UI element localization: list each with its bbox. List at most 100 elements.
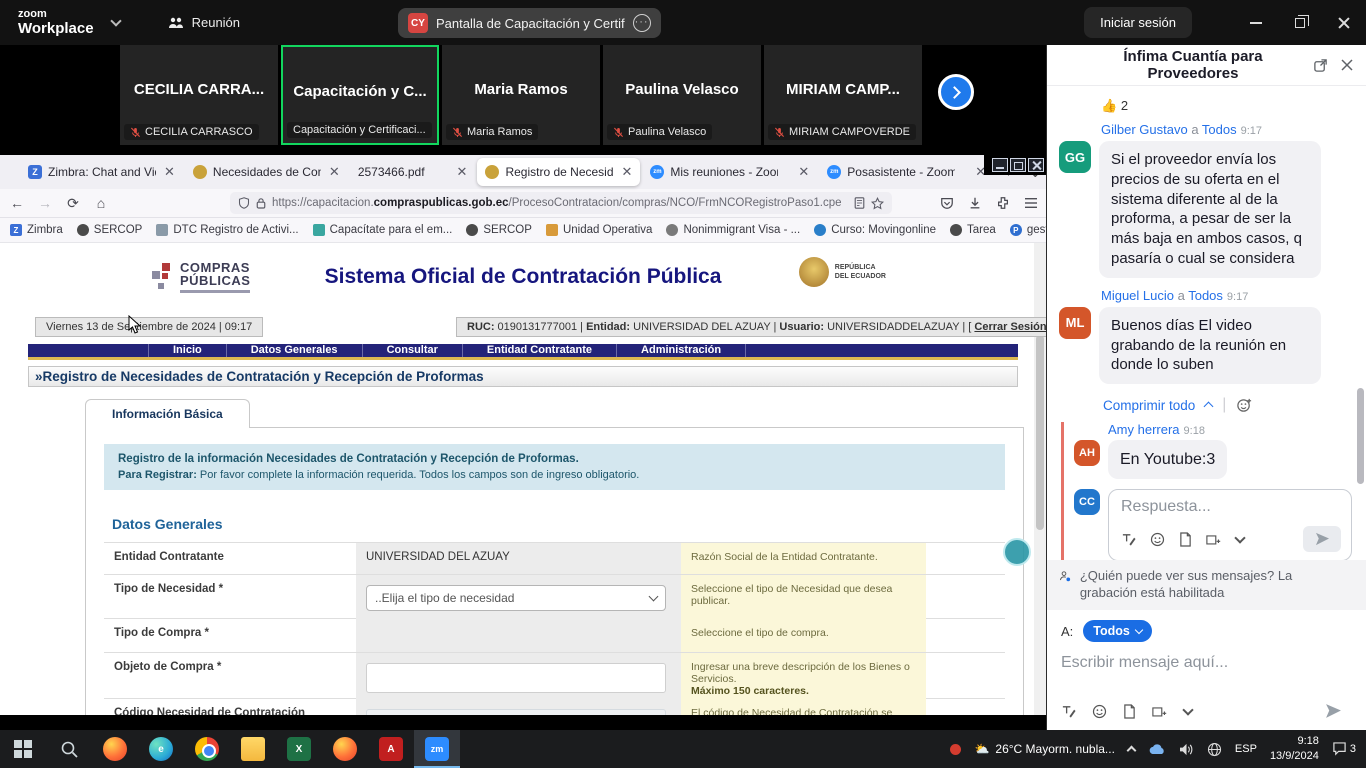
- reply-input[interactable]: [1121, 498, 1341, 516]
- screenshot-icon[interactable]: [1152, 704, 1168, 719]
- participant-tile[interactable]: CECILIA CARRA... CECILIA CARRASCO: [120, 45, 278, 145]
- chevron-down-icon[interactable]: [1182, 704, 1193, 715]
- minimize-button[interactable]: [1234, 0, 1278, 45]
- sender-name[interactable]: Amy herrera: [1108, 422, 1180, 437]
- nav-consultar[interactable]: Consultar: [363, 344, 463, 357]
- more-options-icon[interactable]: ···: [633, 14, 651, 32]
- taskbar-clock[interactable]: 9:18 13/9/2024: [1270, 734, 1319, 764]
- sender-name[interactable]: Miguel Lucio: [1101, 288, 1174, 303]
- popout-icon[interactable]: [1313, 58, 1328, 73]
- tipo-necesidad-select[interactable]: ..Elija el tipo de necesidad: [366, 585, 666, 611]
- attach-file-icon[interactable]: [1179, 532, 1192, 547]
- tab-close-icon[interactable]: ✕: [164, 164, 175, 180]
- bookmark-nonimmigrant-visa[interactable]: Nonimmigrant Visa - ...: [666, 224, 800, 236]
- network-icon[interactable]: [1207, 742, 1222, 757]
- extensions-icon[interactable]: [996, 196, 1010, 210]
- reload-icon[interactable]: ⟳: [64, 195, 82, 212]
- back-icon[interactable]: ←: [8, 195, 26, 211]
- collapse-all-link[interactable]: Comprimir todo: [1103, 398, 1195, 413]
- taskbar-edge[interactable]: e: [138, 730, 184, 768]
- page-scrollbar-thumb[interactable]: [1036, 335, 1044, 530]
- browser-tab-posasistente[interactable]: zm Posasistente - Zoom ✕: [819, 158, 994, 186]
- taskbar-zoom-active[interactable]: zm: [414, 730, 460, 768]
- antivirus-tray-icon[interactable]: [950, 744, 961, 755]
- participant-tile[interactable]: Maria Ramos Maria Ramos: [442, 45, 600, 145]
- overlay-restore-icon[interactable]: [1010, 158, 1026, 172]
- bookmark-star-icon[interactable]: [871, 197, 884, 210]
- taskbar-excel[interactable]: X: [276, 730, 322, 768]
- onedrive-cloud-icon[interactable]: [1148, 743, 1166, 755]
- bookmark-capacitate[interactable]: Capacítate para el em...: [313, 224, 453, 236]
- home-icon[interactable]: ⌂: [92, 195, 110, 211]
- action-center-button[interactable]: 3: [1332, 742, 1356, 756]
- url-bar[interactable]: https://capacitacion.compraspublicas.gob…: [230, 192, 892, 214]
- send-reply-button[interactable]: [1303, 526, 1341, 552]
- speaker-icon[interactable]: [1179, 743, 1194, 756]
- overlay-close-icon[interactable]: [1028, 158, 1044, 172]
- nav-datos-generales[interactable]: Datos Generales: [227, 344, 363, 357]
- bookmark-zimbra[interactable]: ZZimbra: [10, 224, 63, 236]
- bookmark-dtc[interactable]: DTC Registro de Activi...: [156, 224, 298, 236]
- shield-icon[interactable]: [238, 197, 250, 209]
- add-reaction-icon[interactable]: [1236, 397, 1253, 414]
- start-button[interactable]: [0, 730, 46, 768]
- hidden-icons-chevron[interactable]: [1126, 746, 1136, 756]
- reader-mode-icon[interactable]: [854, 197, 865, 209]
- taskbar-acrobat[interactable]: A: [368, 730, 414, 768]
- sign-in-button[interactable]: Iniciar sesión: [1084, 7, 1192, 38]
- reply-composer[interactable]: [1108, 489, 1352, 560]
- bookmark-unidad-operativa[interactable]: Unidad Operativa: [546, 224, 653, 236]
- nav-inicio[interactable]: Inicio: [148, 344, 227, 357]
- nav-entidad-contratante[interactable]: Entidad Contratante: [463, 344, 617, 357]
- chevron-down-icon[interactable]: [1234, 533, 1245, 544]
- participant-tile[interactable]: MIRIAM CAMP... MIRIAM CAMPOVERDE: [764, 45, 922, 145]
- taskbar-firefox-2[interactable]: [322, 730, 368, 768]
- sender-name[interactable]: Gilber Gustavo: [1101, 122, 1188, 137]
- reaction-chip[interactable]: 👍 2: [1101, 98, 1352, 114]
- shared-window-pill[interactable]: CY Pantalla de Capacitación y Certif ···: [398, 8, 661, 38]
- participant-tile[interactable]: Paulina Velasco Paulina Velasco: [603, 45, 761, 145]
- bookmark-sercop[interactable]: SERCOP: [77, 224, 143, 236]
- message-input[interactable]: [1061, 654, 1352, 672]
- participant-tile-active-speaker[interactable]: Capacitación y C... Capacitación y Certi…: [281, 45, 439, 145]
- screenshot-icon[interactable]: [1206, 532, 1222, 547]
- emoji-icon[interactable]: [1150, 532, 1165, 547]
- emoji-icon[interactable]: [1092, 704, 1107, 719]
- format-text-icon[interactable]: [1061, 704, 1076, 719]
- bookmark-curso-movingonline[interactable]: Curso: Movingonline: [814, 224, 936, 236]
- browser-tab-mis-reuniones[interactable]: zm Mis reuniones - Zoom ✕: [642, 158, 817, 186]
- tab-close-icon[interactable]: ✕: [621, 164, 632, 180]
- taskbar-search-button[interactable]: [46, 730, 92, 768]
- chevron-down-icon[interactable]: [110, 15, 121, 26]
- tab-meeting[interactable]: Reunión: [168, 15, 240, 30]
- objeto-compra-input[interactable]: [366, 663, 666, 693]
- annotation-tool-button[interactable]: [1003, 538, 1031, 566]
- attach-file-icon[interactable]: [1123, 704, 1136, 719]
- browser-tab-registro-active[interactable]: Registro de Necesidades ✕: [477, 158, 640, 186]
- taskbar-weather[interactable]: ⛅ 26°C Mayorm. nubla...: [974, 742, 1114, 756]
- recipient-selector[interactable]: Todos: [1083, 620, 1152, 642]
- browser-tab-pdf[interactable]: 2573466.pdf ✕: [350, 158, 476, 186]
- forward-icon[interactable]: →: [36, 195, 54, 211]
- next-participants-button[interactable]: [938, 74, 974, 110]
- close-chat-icon[interactable]: [1340, 58, 1354, 72]
- tab-close-icon[interactable]: ✕: [457, 164, 468, 180]
- taskbar-firefox[interactable]: [92, 730, 138, 768]
- nav-administracion[interactable]: Administración: [617, 344, 746, 357]
- overlay-minimize-icon[interactable]: [992, 158, 1008, 172]
- send-message-button[interactable]: [1314, 698, 1352, 724]
- bookmark-sercop-2[interactable]: SERCOP: [466, 224, 532, 236]
- tab-informacion-basica[interactable]: Información Básica: [85, 399, 250, 428]
- tab-close-icon[interactable]: ✕: [329, 164, 340, 180]
- restore-button[interactable]: [1278, 0, 1322, 45]
- bookmark-tarea[interactable]: Tarea: [950, 224, 996, 236]
- logout-link[interactable]: Cerrar Sesión: [974, 321, 1046, 333]
- taskbar-file-explorer[interactable]: [230, 730, 276, 768]
- browser-tab-zimbra[interactable]: Z Zimbra: Chat and Video ✕: [20, 158, 183, 186]
- close-button[interactable]: [1322, 0, 1366, 45]
- menu-hamburger-icon[interactable]: [1024, 197, 1038, 209]
- language-indicator[interactable]: ESP: [1235, 743, 1257, 755]
- download-icon[interactable]: [968, 196, 982, 210]
- taskbar-chrome[interactable]: [184, 730, 230, 768]
- format-text-icon[interactable]: [1121, 532, 1136, 547]
